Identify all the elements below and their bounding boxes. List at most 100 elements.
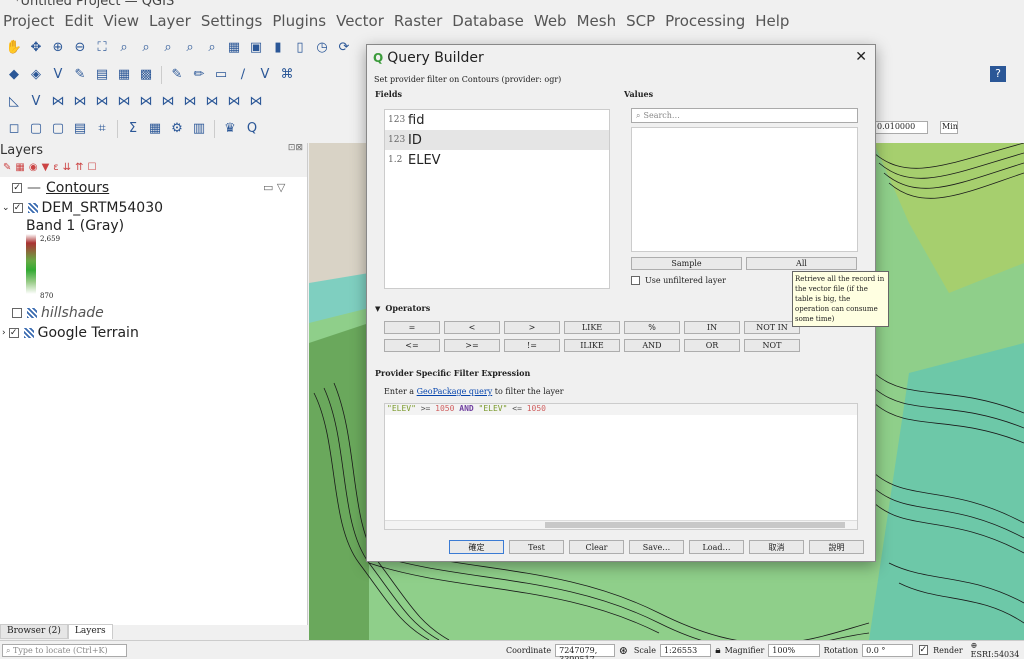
- measure-icon[interactable]: ⌗: [92, 119, 112, 139]
- magnifier-field[interactable]: 100%: [768, 643, 820, 657]
- menu-mesh[interactable]: Mesh: [572, 12, 622, 34]
- layer-checkbox[interactable]: [12, 308, 22, 318]
- layer-indicator-icon[interactable]: ▭ ▽: [263, 181, 285, 194]
- add-ring-icon[interactable]: ⋈: [70, 92, 90, 112]
- test-button[interactable]: Test: [509, 540, 564, 554]
- collapse-all-icon[interactable]: ⇈: [75, 162, 83, 173]
- snapping-unit[interactable]: Min: [940, 121, 958, 134]
- crs-button[interactable]: ⊕ ESRI:54034: [971, 641, 1024, 659]
- menu-edit[interactable]: Edit: [59, 12, 98, 34]
- label-icon[interactable]: ▥: [189, 119, 209, 139]
- zoom-selection-icon[interactable]: ⌕: [114, 38, 134, 58]
- remove-layer-icon[interactable]: ☐: [87, 162, 96, 173]
- save-edits-icon[interactable]: ▭: [211, 65, 231, 85]
- temporal-icon[interactable]: ◷: [312, 38, 332, 58]
- op-not-button[interactable]: NOT: [744, 339, 800, 352]
- bookmark-icon[interactable]: ▮: [268, 38, 288, 58]
- add-vector-icon[interactable]: V: [48, 65, 68, 85]
- pan-to-selection-icon[interactable]: ✥: [26, 38, 46, 58]
- tab-layers[interactable]: Layers: [67, 624, 113, 639]
- layer-checkbox[interactable]: ✓: [12, 183, 22, 193]
- op-greater-equal-button[interactable]: >=: [444, 339, 500, 352]
- values-list[interactable]: [631, 127, 858, 252]
- menu-web[interactable]: Web: [529, 12, 572, 34]
- new-3d-view-icon[interactable]: ▣: [246, 38, 266, 58]
- scale-field[interactable]: 1:26553: [659, 643, 712, 657]
- collapse-arrow-icon[interactable]: ▼: [375, 304, 380, 313]
- data-source-manager-icon[interactable]: ◆: [4, 65, 24, 85]
- menu-help[interactable]: Help: [750, 12, 794, 34]
- op-greater-button[interactable]: >: [504, 321, 560, 334]
- ok-button[interactable]: 確定: [449, 540, 504, 554]
- op-percent-button[interactable]: %: [624, 321, 680, 334]
- edit-pencil-icon[interactable]: ✎: [167, 65, 187, 85]
- split-features-icon[interactable]: ⋈: [224, 92, 244, 112]
- toggle-edit-icon[interactable]: ✏: [189, 65, 209, 85]
- locator-input[interactable]: ⌕ Type to locate (Ctrl+K): [2, 643, 127, 657]
- menu-raster[interactable]: Raster: [389, 12, 447, 34]
- add-feature-icon[interactable]: ∕: [233, 65, 253, 85]
- use-unfiltered-checkbox[interactable]: [631, 276, 640, 285]
- help-button[interactable]: 說明: [809, 540, 864, 554]
- layer-row-google-terrain[interactable]: › ✓ Google Terrain: [2, 324, 139, 342]
- rotation-field[interactable]: 0.0 °: [862, 643, 913, 657]
- select-icon[interactable]: ▢: [26, 119, 46, 139]
- expression-editor[interactable]: "ELEV" >= 1050 AND "ELEV" <= 1050: [384, 403, 858, 530]
- panel-float-icon[interactable]: ⊡⊠: [288, 143, 307, 157]
- toggle-extents-icon[interactable]: ⊛: [619, 644, 628, 657]
- zoom-in-icon[interactable]: ⊕: [48, 38, 68, 58]
- menu-processing[interactable]: Processing: [660, 12, 750, 34]
- reshape-icon[interactable]: ⋈: [180, 92, 200, 112]
- sample-button[interactable]: Sample: [631, 257, 742, 270]
- pan-icon[interactable]: ✋: [4, 38, 24, 58]
- add-raster-icon[interactable]: ▦: [114, 65, 134, 85]
- lock-icon[interactable]: 🔒︎: [715, 645, 720, 656]
- advanced-digitize-icon[interactable]: ◺: [4, 92, 24, 112]
- delete-part-icon[interactable]: ⋈: [158, 92, 178, 112]
- fill-ring-icon[interactable]: ⋈: [114, 92, 134, 112]
- help-icon[interactable]: ?: [990, 66, 1006, 82]
- vertex-tool-icon[interactable]: V: [255, 65, 275, 85]
- layer-checkbox[interactable]: ✓: [8, 328, 19, 338]
- values-search-input[interactable]: ⌕ Search…: [631, 108, 858, 123]
- add-group-icon[interactable]: ▦: [15, 162, 24, 173]
- menu-database[interactable]: Database: [447, 12, 529, 34]
- op-equals-button[interactable]: =: [384, 321, 440, 334]
- layer-row-contours[interactable]: ✓ — Contours: [12, 179, 109, 197]
- layer-row-hillshade[interactable]: hillshade: [12, 304, 104, 322]
- geopackage-query-link[interactable]: GeoPackage query: [417, 387, 493, 396]
- add-part-icon[interactable]: ⋈: [92, 92, 112, 112]
- layer-row-dem[interactable]: ⌄ ✓ DEM_SRTM54030: [2, 199, 163, 217]
- toolbox-icon[interactable]: ⚙: [167, 119, 187, 139]
- field-calc-icon[interactable]: ▦: [145, 119, 165, 139]
- op-less-equal-button[interactable]: <=: [384, 339, 440, 352]
- menu-plugins[interactable]: Plugins: [267, 12, 331, 34]
- close-icon[interactable]: ✕: [855, 49, 867, 65]
- expand-arrow-icon[interactable]: ›: [2, 328, 6, 338]
- coordinate-field[interactable]: 7247079, 3390517: [555, 643, 615, 659]
- qgis-hub-icon[interactable]: Q: [242, 119, 262, 139]
- clear-button[interactable]: Clear: [569, 540, 624, 554]
- field-row-elev[interactable]: 1.2 ELEV: [385, 150, 609, 170]
- expand-arrow-icon[interactable]: ⌄: [2, 203, 10, 213]
- new-map-view-icon[interactable]: ▦: [224, 38, 244, 58]
- rotate-feature-icon[interactable]: V: [26, 92, 46, 112]
- zoom-next-icon[interactable]: ⌕: [202, 38, 222, 58]
- op-less-button[interactable]: <: [444, 321, 500, 334]
- tab-browser[interactable]: Browser (2): [0, 624, 68, 639]
- zoom-layer-icon[interactable]: ⌕: [136, 38, 156, 58]
- op-like-button[interactable]: LIKE: [564, 321, 620, 334]
- deselect-icon[interactable]: ▢: [48, 119, 68, 139]
- open-table-icon[interactable]: ▤: [70, 119, 90, 139]
- split-parts-icon[interactable]: ⋈: [246, 92, 266, 112]
- menu-scp[interactable]: SCP: [621, 12, 660, 34]
- render-checkbox[interactable]: ✓: [918, 645, 929, 655]
- zoom-last-icon[interactable]: ⌕: [180, 38, 200, 58]
- delete-ring-icon[interactable]: ⋈: [136, 92, 156, 112]
- add-mesh-icon[interactable]: ▤: [92, 65, 112, 85]
- zoom-out-icon[interactable]: ⊖: [70, 38, 90, 58]
- op-ilike-button[interactable]: ILIKE: [564, 339, 620, 352]
- snapping-tolerance-field[interactable]: 0.010000: [874, 121, 928, 134]
- offset-curve-icon[interactable]: ⋈: [202, 92, 222, 112]
- digitize-icon[interactable]: ✎: [70, 65, 90, 85]
